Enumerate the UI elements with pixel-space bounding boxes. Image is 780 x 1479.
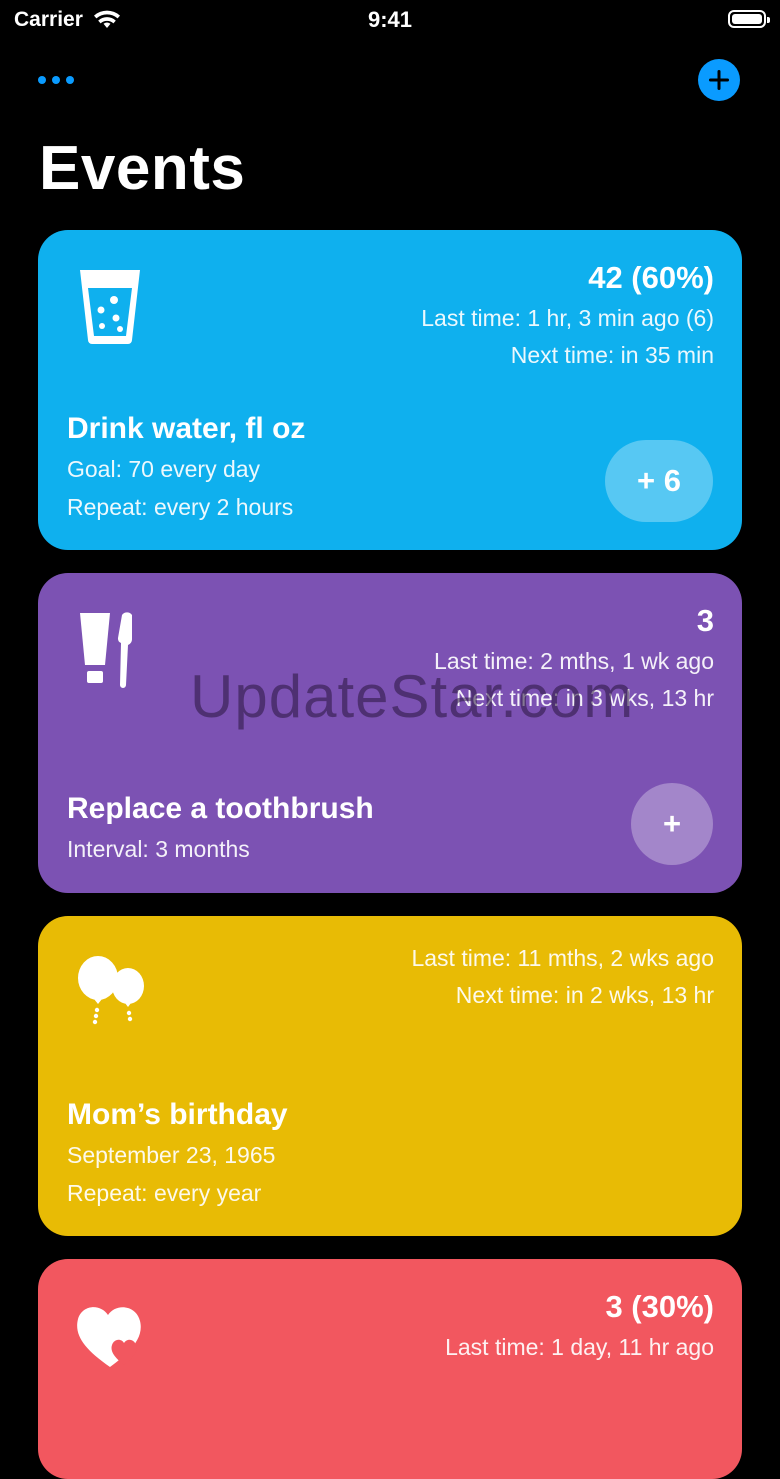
battery-icon	[728, 10, 770, 28]
event-count: 3 (30%)	[605, 1289, 714, 1324]
ellipsis-dot	[66, 76, 74, 84]
water-glass-icon	[80, 270, 140, 344]
event-date: September 23, 1965	[67, 1142, 276, 1168]
hearts-icon	[77, 1307, 141, 1367]
event-info: Drink water, fl oz Goal: 70 every day Re…	[67, 408, 305, 526]
event-stats: Last time: 11 mths, 2 wks ago Next time:…	[411, 940, 714, 1014]
event-info: Mom’s birthday September 23, 1965 Repeat…	[67, 1094, 288, 1212]
event-info: Replace a toothbrush Interval: 3 months	[67, 788, 374, 868]
clock: 9:41	[367, 7, 413, 32]
ellipsis-icon	[38, 76, 46, 84]
event-name: Drink water, fl oz	[67, 412, 306, 445]
event-interval: Interval: 3 months	[67, 836, 250, 862]
increment-button[interactable]: + 6	[605, 440, 713, 522]
balloons-icon	[78, 956, 144, 1025]
next-time: Next time: in 35 min	[510, 342, 714, 368]
toothbrush-toothpaste-icon	[80, 612, 133, 688]
event-stats: 3 (30%) Last time: 1 day, 11 hr ago	[445, 1287, 714, 1366]
ellipsis-dot	[52, 76, 60, 84]
event-card-toothbrush[interactable]: 3 Last time: 2 mths, 1 wk ago Next time:…	[38, 573, 742, 893]
event-goal: Goal: 70 every day	[67, 456, 261, 482]
event-card-hearts[interactable]: 3 (30%) Last time: 1 day, 11 hr ago	[38, 1259, 742, 1479]
event-card-birthday[interactable]: Last time: 11 mths, 2 wks ago Next time:…	[38, 916, 742, 1236]
last-time: Last time: 1 day, 11 hr ago	[445, 1334, 714, 1360]
event-card-drink-water[interactable]: 42 (60%) Last time: 1 hr, 3 min ago (6) …	[38, 230, 742, 550]
status-bar: Carrier 9:41	[0, 0, 780, 44]
page-title: Events	[39, 134, 246, 203]
add-event-button[interactable]	[698, 59, 740, 101]
event-repeat: Repeat: every year	[67, 1180, 262, 1206]
plus-icon	[709, 70, 729, 90]
event-count: 3	[696, 603, 714, 638]
event-count: 42 (60%)	[588, 260, 714, 295]
last-time: Last time: 11 mths, 2 wks ago	[411, 945, 714, 971]
increment-button[interactable]: +	[631, 783, 713, 865]
event-stats: 42 (60%) Last time: 1 hr, 3 min ago (6) …	[421, 258, 714, 374]
last-time: Last time: 1 hr, 3 min ago (6)	[421, 305, 714, 331]
event-name: Replace a toothbrush	[67, 792, 374, 825]
last-time: Last time: 2 mths, 1 wk ago	[434, 648, 714, 674]
event-name: Mom’s birthday	[67, 1098, 288, 1131]
next-time: Next time: in 3 wks, 13 hr	[455, 685, 714, 711]
event-repeat: Repeat: every 2 hours	[67, 494, 294, 520]
next-time: Next time: in 2 wks, 13 hr	[455, 982, 714, 1008]
event-stats: 3 Last time: 2 mths, 1 wk ago Next time:…	[434, 601, 714, 717]
more-options-button[interactable]	[38, 70, 82, 90]
